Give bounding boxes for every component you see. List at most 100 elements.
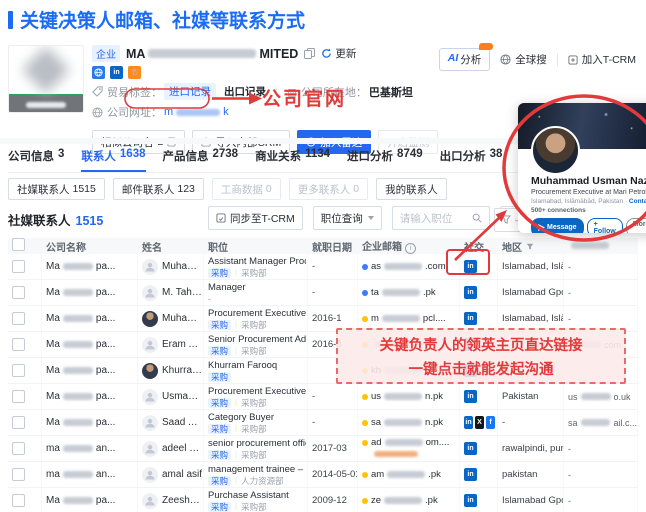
annotation-note-line1: 关键负责人的领英主页直达链接 [379,337,583,354]
linkedin-icon[interactable]: in [110,66,123,79]
refresh-button[interactable]: 更新 [321,46,356,61]
cell-extra-email: - [564,280,638,305]
copy-icon[interactable] [304,48,316,59]
cell-name: M. Tahir A. Khan [138,280,204,305]
cell-name: Usman Nazir [138,384,204,409]
cell-email: sa n.pk [358,410,460,435]
cell-name: Muhammad U... [138,306,204,331]
cell-company: Ma pa... [42,358,138,383]
chip-我的联系人[interactable]: 我的联系人 [376,178,447,200]
ai-analysis-button[interactable]: AI 分析 [438,43,494,71]
dept-tag: 采购 [208,475,232,486]
x-icon[interactable]: X [475,416,484,429]
linkedin-icon[interactable]: in [464,468,477,481]
page: 关键决策人邮箱、社媒等联系方式 企业 MA MITED 更新 in ✆ 贸易标签：… [0,0,646,512]
tab-公司信息[interactable]: 公司信息 3 [8,148,64,172]
cell-name: Zeeshan Al [138,488,204,512]
cell-company: Ma pa... [42,254,138,279]
tab-联系人[interactable]: 联系人 1638 [81,148,146,172]
row-checkbox[interactable] [12,468,25,481]
linkedin-icon[interactable]: in [464,312,477,325]
row-checkbox[interactable] [12,312,25,325]
linkedin-icon[interactable]: in [464,390,477,403]
dept-tag: 采购 [208,501,232,512]
cell-job-title: Senior Procurement Advisor采购|采购部 [204,332,308,357]
linkedin-icon[interactable]: in [464,286,477,299]
tab-出口分析[interactable]: 出口分析 38 [440,148,503,172]
profile-connections: 500+ connections [531,207,586,214]
row-checkbox[interactable] [12,260,25,273]
refresh-icon [322,48,332,58]
company-logo [8,45,84,113]
table-row: maan... adeel masood senior procurement … [8,436,638,462]
job-query-select[interactable]: 职位查询 [312,206,382,230]
export-record-tag[interactable]: 出口记录 [224,84,266,99]
cell-job-title: Khurram Farooq 采购 [204,358,308,383]
company-website-link[interactable]: mk [164,106,229,118]
row-checkbox[interactable] [12,338,25,351]
select-all-checkbox[interactable] [12,238,25,251]
avatar [142,336,158,353]
person-icon [145,340,155,349]
col-header-masked [564,241,638,252]
sync-icon [216,213,226,223]
phone-icon[interactable]: ✆ [128,66,141,79]
cell-job-title: Manager - [204,280,308,305]
row-checkbox[interactable] [12,286,25,299]
avatar [142,284,158,301]
table-row: Mapa... Usman Nazir Procurement Executiv… [8,384,638,410]
row-checkbox[interactable] [12,442,25,455]
dept-tag: 采购部 [241,423,267,434]
tab-商业关系[interactable]: 商业关系 1134 [255,148,330,172]
job-search-input[interactable]: 请输入职位 [391,206,490,230]
website-icon[interactable] [92,66,105,79]
cell-company: Ma pa... [42,280,138,305]
cell-extra-email: - [564,488,638,512]
globe-icon [500,54,511,65]
profile-avatar [531,126,580,175]
chip-邮件联系人[interactable]: 邮件联系人 123 [112,178,204,200]
row-checkbox[interactable] [12,390,25,403]
chip-工商数据[interactable]: 工商数据 0 [211,178,281,200]
cell-company: Ma pa... [42,410,138,435]
row-checkbox[interactable] [12,416,25,429]
profile-headline: Procurement Executive at Mari Petroleum … [531,189,646,196]
follow-button[interactable]: + Follow [586,218,623,233]
cell-job-title: Procurement Executive 采购 | 采购部 [204,306,308,331]
cell-region: rawalpindi, pun... [498,436,564,461]
linkedin-icon[interactable]: in [464,494,477,507]
person-icon [145,418,155,427]
add-tcrm-button[interactable]: 加入T-CRM [568,52,636,67]
import-record-tag[interactable]: 进口记录 [164,83,216,100]
new-badge [479,43,494,50]
col-header-地区[interactable]: 地区 [498,239,564,254]
person-icon [145,470,155,479]
facebook-icon[interactable]: f [486,416,495,429]
sync-tcrm-button[interactable]: 同步至T-CRM [208,206,303,230]
row-checkbox[interactable] [12,364,25,377]
global-search-button[interactable]: 全球搜 [500,52,547,67]
dept-tag: 采购 [208,345,232,356]
linkedin-icon[interactable]: in [464,442,477,455]
tab-产品信息[interactable]: 产品信息 2738 [163,148,239,172]
chip-社媒联系人[interactable]: 社媒联系人 1515 [8,178,105,200]
cell-social: in [460,488,498,512]
linkedin-icon[interactable]: in [464,416,473,429]
dept-tag: 采购 [208,267,232,278]
trade-label: 贸易标签： [107,86,162,99]
cell-social: in [460,254,498,279]
cell-region: - [498,410,564,435]
cell-email: as .com [358,254,460,279]
cell-region: pakistan [498,462,564,487]
more-button[interactable]: More [625,218,646,233]
cell-social: in Xf [460,410,498,435]
linkedin-icon[interactable]: in [464,260,477,273]
table-header: 公司名称 姓名 职位 就职日期 企业邮箱 i 社交 地区 [8,238,638,254]
tab-进口分析[interactable]: 进口分析 8749 [347,148,423,172]
cell-start-date: - [308,384,358,409]
row-checkbox[interactable] [12,494,25,507]
message-button[interactable]: Message [531,218,584,233]
chip-更多联系人[interactable]: 更多联系人 0 [288,178,369,200]
dept-tag: 采购部 [241,345,267,356]
contact-info-link[interactable]: Contact info [629,198,646,205]
